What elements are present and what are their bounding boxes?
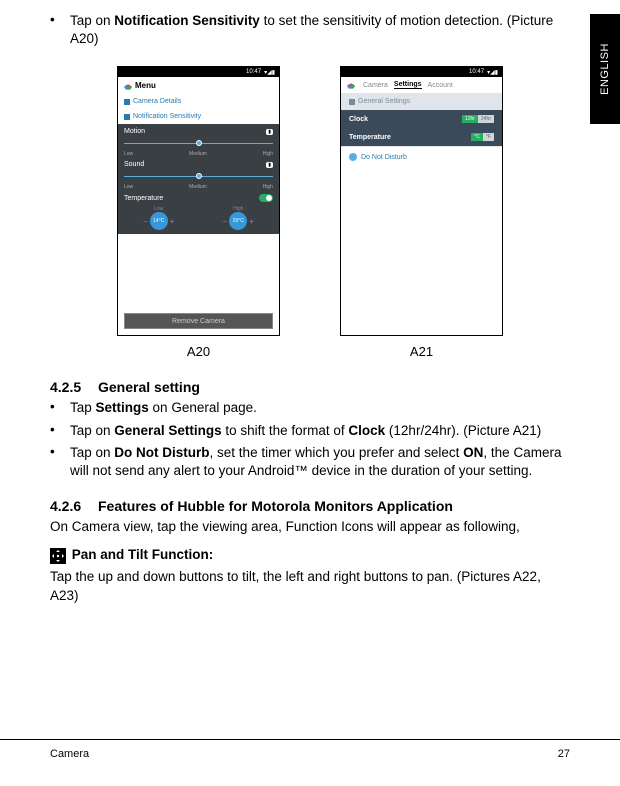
motion-slider bbox=[124, 137, 273, 149]
toggle-icon bbox=[259, 194, 273, 202]
intro-bullet: • Tap on Notification Sensitivity to set… bbox=[50, 12, 570, 48]
figure-a21: 10:47▾◢▮ Camera Settings Account General… bbox=[340, 66, 503, 336]
language-tab: ENGLISH bbox=[590, 14, 620, 124]
caption-a21: A21 bbox=[340, 344, 503, 359]
bullet-425-1: • Tap Settings on General page. bbox=[50, 399, 570, 417]
general-settings-row: General Settings bbox=[341, 93, 502, 110]
temperature-row: Temperature °C°F bbox=[341, 128, 502, 146]
intro-text: Tap on Notification Sensitivity to set t… bbox=[70, 12, 570, 48]
bullet-425-2: • Tap on General Settings to shift the f… bbox=[50, 422, 570, 440]
remove-camera-button: Remove Camera bbox=[124, 313, 273, 329]
language-label: ENGLISH bbox=[599, 43, 611, 95]
camera-details-row: Camera Details bbox=[118, 94, 279, 109]
square-icon bbox=[349, 99, 355, 105]
page-footer: Camera 27 bbox=[0, 739, 620, 786]
footer-page-number: 27 bbox=[558, 748, 570, 760]
status-bar: 10:47▾◢▮ bbox=[118, 67, 279, 77]
dnd-icon bbox=[349, 153, 357, 161]
app-logo-icon bbox=[124, 82, 132, 90]
caption-a20: A20 bbox=[117, 344, 280, 359]
sound-slider bbox=[124, 170, 273, 182]
bullet-mark: • bbox=[50, 12, 70, 48]
dnd-row: Do Not Disturb bbox=[341, 146, 502, 167]
bullet-425-3: • Tap on Do Not Disturb, set the timer w… bbox=[50, 444, 570, 480]
pan-tilt-icon bbox=[50, 548, 66, 564]
pan-tilt-body: Tap the up and down buttons to tilt, the… bbox=[50, 568, 570, 606]
square-icon bbox=[124, 99, 130, 105]
heading-4-2-5: 4.2.5General setting bbox=[50, 379, 570, 395]
notif-sens-row: Notification Sensitivity bbox=[118, 109, 279, 124]
pan-tilt-heading: Pan and Tilt Function: bbox=[50, 547, 570, 563]
app-logo-icon bbox=[347, 81, 355, 89]
tabs-row: Camera Settings Account bbox=[341, 77, 502, 93]
status-bar: 10:47▾◢▮ bbox=[341, 67, 502, 77]
square-icon bbox=[124, 114, 130, 120]
sensitivity-panel: Motion▮ LowMediumHigh Sound▮ LowMediumHi… bbox=[118, 124, 279, 234]
figure-a20: 10:47▾◢▮ Menu Camera Details Notificatio… bbox=[117, 66, 280, 336]
menu-header: Menu bbox=[118, 77, 279, 94]
footer-left: Camera bbox=[50, 748, 89, 760]
heading-4-2-6: 4.2.6Features of Hubble for Motorola Mon… bbox=[50, 498, 570, 514]
s426-intro: On Camera view, tap the viewing area, Fu… bbox=[50, 518, 570, 537]
clock-row: Clock 12hr24hr bbox=[341, 110, 502, 128]
